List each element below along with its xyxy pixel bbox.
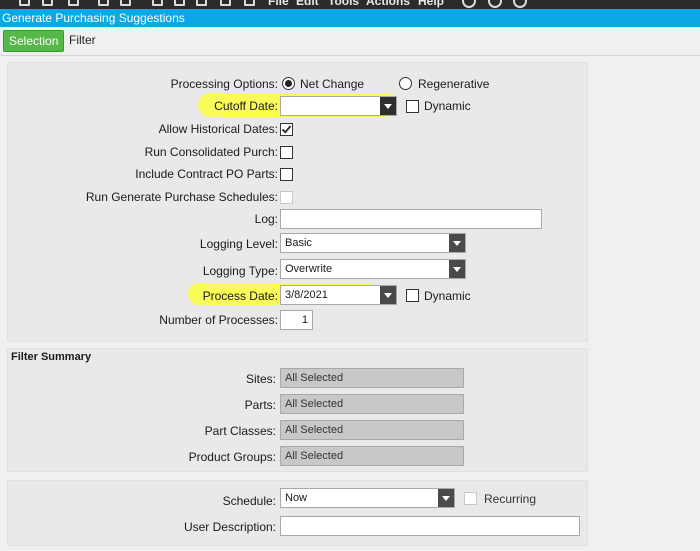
net-change-label[interactable]: Net Change [300,77,364,91]
net-change-radio[interactable] [282,77,295,90]
logging-type-value: Overwrite [285,263,333,275]
attachment-icon[interactable] [220,0,231,6]
layout-icon[interactable] [244,0,255,6]
allow-historical-label: Allow Historical Dates: [158,122,278,136]
tab-strip: Selection Filter [0,27,700,56]
process-date-value: 3/8/2021 [285,289,328,301]
process-date-field[interactable]: 3/8/2021 [280,285,397,305]
log-field[interactable] [280,209,542,229]
tab-selection[interactable]: Selection [3,30,65,52]
run-schedules-label: Run Generate Purchase Schedules: [85,190,278,204]
tab-filter[interactable]: Filter [64,30,101,52]
check-icon [281,123,292,134]
schedule-select[interactable]: Now [280,488,455,508]
logging-level-value: Basic [285,237,312,249]
parts-label: Parts: [244,398,276,412]
part-classes-field: All Selected [280,420,464,440]
menu-actions[interactable]: Actions [366,0,410,8]
product-groups-label: Product Groups: [188,450,276,464]
sites-label: Sites: [245,372,276,386]
process-date-dropdown-icon[interactable] [380,286,396,304]
process-dynamic-label: Dynamic [424,289,471,303]
num-processes-label: Number of Processes: [159,313,278,327]
refresh-icon[interactable] [68,0,79,6]
logging-type-label: Logging Type: [202,264,278,278]
copy-icon[interactable] [174,0,185,6]
menu-tools[interactable]: Tools [328,0,359,8]
schedule-dropdown-icon[interactable] [438,489,454,507]
regenerative-radio[interactable] [399,77,412,90]
include-contract-label: Include Contract PO Parts: [135,167,278,181]
print-preview-icon[interactable] [120,0,131,6]
sites-field: All Selected [280,368,464,388]
undo-icon[interactable] [42,0,53,6]
process-dynamic-checkbox[interactable] [406,289,419,302]
save-icon[interactable] [19,0,30,6]
part-classes-label: Part Classes: [204,424,276,438]
cutoff-dynamic-checkbox[interactable] [406,100,419,113]
parts-field: All Selected [280,394,464,414]
schedule-value: Now [285,492,308,504]
menu-file[interactable]: File [268,0,289,8]
logging-level-select[interactable]: Basic [280,233,466,253]
logging-type-dropdown-icon[interactable] [449,260,465,278]
logging-level-dropdown-icon[interactable] [449,234,465,252]
processing-options-label: Processing Options: [170,77,278,91]
run-consolidated-checkbox[interactable] [280,146,293,159]
run-consolidated-label: Run Consolidated Purch: [144,145,278,159]
user-description-field[interactable] [280,516,580,536]
paste-icon[interactable] [196,0,207,6]
cut-icon[interactable] [152,0,163,6]
recurring-checkbox [464,492,477,505]
cutoff-date-dropdown-icon[interactable] [380,97,396,115]
filter-summary-title: Filter Summary [11,351,92,363]
window-title: Generate Purchasing Suggestions [0,9,700,27]
menu-edit[interactable]: Edit [296,0,319,8]
help-circle-icon[interactable] [462,0,476,8]
logging-type-select[interactable]: Overwrite [280,259,466,279]
menu-help[interactable]: Help [418,0,444,8]
run-schedules-checkbox [280,191,293,204]
cutoff-dynamic-label: Dynamic [424,99,471,113]
include-contract-checkbox[interactable] [280,168,293,181]
schedule-label: Schedule: [222,494,276,508]
print-icon[interactable] [98,0,109,6]
allow-historical-checkbox[interactable] [280,123,293,136]
close-circle-icon[interactable] [513,0,527,8]
cutoff-date-field[interactable] [280,96,397,116]
process-date-label: Process Date: [202,289,278,303]
recurring-label: Recurring [484,492,537,506]
radio-selected-dot [285,80,292,87]
num-processes-field[interactable]: 1 [280,310,313,330]
product-groups-field: All Selected [280,446,464,466]
user-description-label: User Description: [183,520,276,534]
log-label: Log: [254,212,278,226]
cutoff-date-label: Cutoff Date: [214,99,278,113]
info-circle-icon[interactable] [488,0,502,8]
logging-level-label: Logging Level: [199,237,278,251]
regenerative-label[interactable]: Regenerative [418,77,489,91]
toolbar: File Edit Tools Actions Help [0,0,700,9]
